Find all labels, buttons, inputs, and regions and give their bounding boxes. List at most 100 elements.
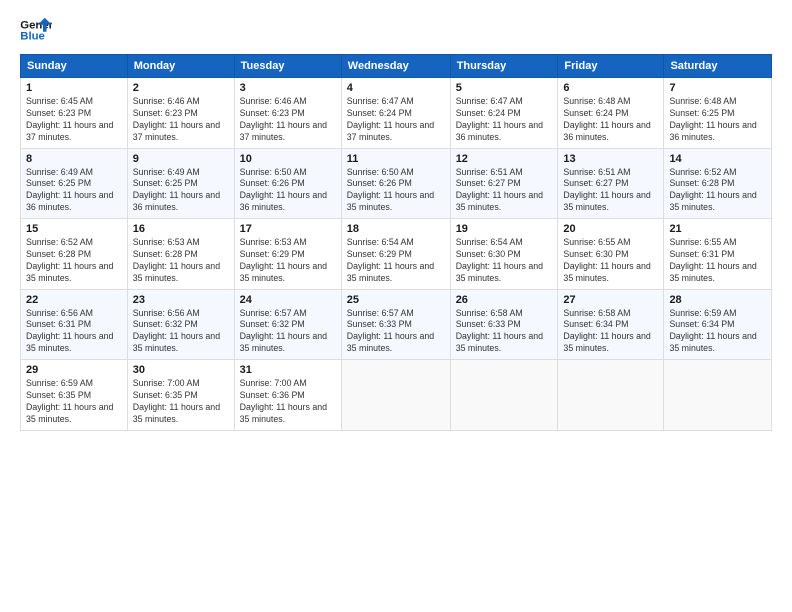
- day-detail: Sunrise: 6:48 AMSunset: 6:25 PMDaylight:…: [669, 96, 756, 142]
- day-detail: Sunrise: 6:52 AMSunset: 6:28 PMDaylight:…: [26, 237, 113, 283]
- day-number: 3: [240, 82, 336, 94]
- calendar-cell: 31 Sunrise: 7:00 AMSunset: 6:36 PMDaylig…: [234, 360, 341, 431]
- calendar-cell: [558, 360, 664, 431]
- calendar-cell: 14 Sunrise: 6:52 AMSunset: 6:28 PMDaylig…: [664, 148, 772, 219]
- day-detail: Sunrise: 6:50 AMSunset: 6:26 PMDaylight:…: [347, 167, 434, 213]
- day-number: 23: [133, 294, 229, 306]
- calendar-cell: 30 Sunrise: 7:00 AMSunset: 6:35 PMDaylig…: [127, 360, 234, 431]
- day-detail: Sunrise: 6:47 AMSunset: 6:24 PMDaylight:…: [456, 96, 543, 142]
- day-number: 19: [456, 223, 553, 235]
- calendar-cell: 20 Sunrise: 6:55 AMSunset: 6:30 PMDaylig…: [558, 219, 664, 290]
- calendar-cell: [664, 360, 772, 431]
- calendar-cell: 23 Sunrise: 6:56 AMSunset: 6:32 PMDaylig…: [127, 289, 234, 360]
- day-detail: Sunrise: 6:47 AMSunset: 6:24 PMDaylight:…: [347, 96, 434, 142]
- col-header-sunday: Sunday: [21, 55, 128, 78]
- calendar-cell: 3 Sunrise: 6:46 AMSunset: 6:23 PMDayligh…: [234, 78, 341, 149]
- calendar-cell: 12 Sunrise: 6:51 AMSunset: 6:27 PMDaylig…: [450, 148, 558, 219]
- day-number: 7: [669, 82, 766, 94]
- day-detail: Sunrise: 6:49 AMSunset: 6:25 PMDaylight:…: [26, 167, 113, 213]
- svg-text:Blue: Blue: [20, 31, 45, 43]
- day-number: 15: [26, 223, 122, 235]
- calendar-cell: 10 Sunrise: 6:50 AMSunset: 6:26 PMDaylig…: [234, 148, 341, 219]
- day-detail: Sunrise: 6:56 AMSunset: 6:32 PMDaylight:…: [133, 308, 220, 354]
- logo: General Blue: [20, 16, 52, 44]
- col-header-wednesday: Wednesday: [341, 55, 450, 78]
- day-detail: Sunrise: 6:46 AMSunset: 6:23 PMDaylight:…: [133, 96, 220, 142]
- day-number: 11: [347, 153, 445, 165]
- day-detail: Sunrise: 6:59 AMSunset: 6:35 PMDaylight:…: [26, 378, 113, 424]
- calendar-cell: 28 Sunrise: 6:59 AMSunset: 6:34 PMDaylig…: [664, 289, 772, 360]
- day-number: 14: [669, 153, 766, 165]
- calendar-cell: 7 Sunrise: 6:48 AMSunset: 6:25 PMDayligh…: [664, 78, 772, 149]
- calendar-cell: 15 Sunrise: 6:52 AMSunset: 6:28 PMDaylig…: [21, 219, 128, 290]
- day-number: 2: [133, 82, 229, 94]
- day-detail: Sunrise: 6:58 AMSunset: 6:33 PMDaylight:…: [456, 308, 543, 354]
- calendar-cell: 17 Sunrise: 6:53 AMSunset: 6:29 PMDaylig…: [234, 219, 341, 290]
- day-detail: Sunrise: 6:59 AMSunset: 6:34 PMDaylight:…: [669, 308, 756, 354]
- calendar-cell: [450, 360, 558, 431]
- day-number: 8: [26, 153, 122, 165]
- calendar-cell: 6 Sunrise: 6:48 AMSunset: 6:24 PMDayligh…: [558, 78, 664, 149]
- calendar-cell: [341, 360, 450, 431]
- day-number: 10: [240, 153, 336, 165]
- calendar-cell: 5 Sunrise: 6:47 AMSunset: 6:24 PMDayligh…: [450, 78, 558, 149]
- day-detail: Sunrise: 6:56 AMSunset: 6:31 PMDaylight:…: [26, 308, 113, 354]
- day-detail: Sunrise: 6:45 AMSunset: 6:23 PMDaylight:…: [26, 96, 113, 142]
- calendar-cell: 25 Sunrise: 6:57 AMSunset: 6:33 PMDaylig…: [341, 289, 450, 360]
- day-number: 4: [347, 82, 445, 94]
- day-detail: Sunrise: 6:50 AMSunset: 6:26 PMDaylight:…: [240, 167, 327, 213]
- day-detail: Sunrise: 7:00 AMSunset: 6:36 PMDaylight:…: [240, 378, 327, 424]
- day-number: 13: [563, 153, 658, 165]
- day-detail: Sunrise: 6:49 AMSunset: 6:25 PMDaylight:…: [133, 167, 220, 213]
- day-number: 28: [669, 294, 766, 306]
- calendar-cell: 19 Sunrise: 6:54 AMSunset: 6:30 PMDaylig…: [450, 219, 558, 290]
- calendar-cell: 13 Sunrise: 6:51 AMSunset: 6:27 PMDaylig…: [558, 148, 664, 219]
- calendar-cell: 27 Sunrise: 6:58 AMSunset: 6:34 PMDaylig…: [558, 289, 664, 360]
- day-detail: Sunrise: 6:46 AMSunset: 6:23 PMDaylight:…: [240, 96, 327, 142]
- day-number: 6: [563, 82, 658, 94]
- col-header-saturday: Saturday: [664, 55, 772, 78]
- calendar-table: SundayMondayTuesdayWednesdayThursdayFrid…: [20, 54, 772, 431]
- calendar-cell: 1 Sunrise: 6:45 AMSunset: 6:23 PMDayligh…: [21, 78, 128, 149]
- day-number: 20: [563, 223, 658, 235]
- page: General Blue SundayMondayTuesdayWednesda…: [0, 0, 792, 612]
- calendar-cell: 21 Sunrise: 6:55 AMSunset: 6:31 PMDaylig…: [664, 219, 772, 290]
- col-header-monday: Monday: [127, 55, 234, 78]
- day-number: 30: [133, 364, 229, 376]
- calendar-cell: 18 Sunrise: 6:54 AMSunset: 6:29 PMDaylig…: [341, 219, 450, 290]
- calendar-cell: 22 Sunrise: 6:56 AMSunset: 6:31 PMDaylig…: [21, 289, 128, 360]
- day-number: 12: [456, 153, 553, 165]
- calendar-cell: 26 Sunrise: 6:58 AMSunset: 6:33 PMDaylig…: [450, 289, 558, 360]
- day-number: 21: [669, 223, 766, 235]
- calendar-cell: 9 Sunrise: 6:49 AMSunset: 6:25 PMDayligh…: [127, 148, 234, 219]
- day-number: 17: [240, 223, 336, 235]
- day-detail: Sunrise: 6:51 AMSunset: 6:27 PMDaylight:…: [456, 167, 543, 213]
- day-detail: Sunrise: 6:54 AMSunset: 6:29 PMDaylight:…: [347, 237, 434, 283]
- day-detail: Sunrise: 6:55 AMSunset: 6:30 PMDaylight:…: [563, 237, 650, 283]
- day-detail: Sunrise: 6:54 AMSunset: 6:30 PMDaylight:…: [456, 237, 543, 283]
- day-detail: Sunrise: 6:58 AMSunset: 6:34 PMDaylight:…: [563, 308, 650, 354]
- day-number: 24: [240, 294, 336, 306]
- day-detail: Sunrise: 6:53 AMSunset: 6:28 PMDaylight:…: [133, 237, 220, 283]
- day-number: 31: [240, 364, 336, 376]
- calendar-cell: 8 Sunrise: 6:49 AMSunset: 6:25 PMDayligh…: [21, 148, 128, 219]
- day-detail: Sunrise: 7:00 AMSunset: 6:35 PMDaylight:…: [133, 378, 220, 424]
- day-number: 18: [347, 223, 445, 235]
- day-number: 22: [26, 294, 122, 306]
- day-detail: Sunrise: 6:53 AMSunset: 6:29 PMDaylight:…: [240, 237, 327, 283]
- day-number: 9: [133, 153, 229, 165]
- col-header-friday: Friday: [558, 55, 664, 78]
- day-detail: Sunrise: 6:57 AMSunset: 6:33 PMDaylight:…: [347, 308, 434, 354]
- header: General Blue: [20, 16, 772, 44]
- day-detail: Sunrise: 6:52 AMSunset: 6:28 PMDaylight:…: [669, 167, 756, 213]
- day-detail: Sunrise: 6:51 AMSunset: 6:27 PMDaylight:…: [563, 167, 650, 213]
- calendar-cell: 16 Sunrise: 6:53 AMSunset: 6:28 PMDaylig…: [127, 219, 234, 290]
- day-number: 1: [26, 82, 122, 94]
- day-detail: Sunrise: 6:55 AMSunset: 6:31 PMDaylight:…: [669, 237, 756, 283]
- calendar-cell: 4 Sunrise: 6:47 AMSunset: 6:24 PMDayligh…: [341, 78, 450, 149]
- calendar-cell: 29 Sunrise: 6:59 AMSunset: 6:35 PMDaylig…: [21, 360, 128, 431]
- day-number: 16: [133, 223, 229, 235]
- day-number: 27: [563, 294, 658, 306]
- day-detail: Sunrise: 6:57 AMSunset: 6:32 PMDaylight:…: [240, 308, 327, 354]
- day-detail: Sunrise: 6:48 AMSunset: 6:24 PMDaylight:…: [563, 96, 650, 142]
